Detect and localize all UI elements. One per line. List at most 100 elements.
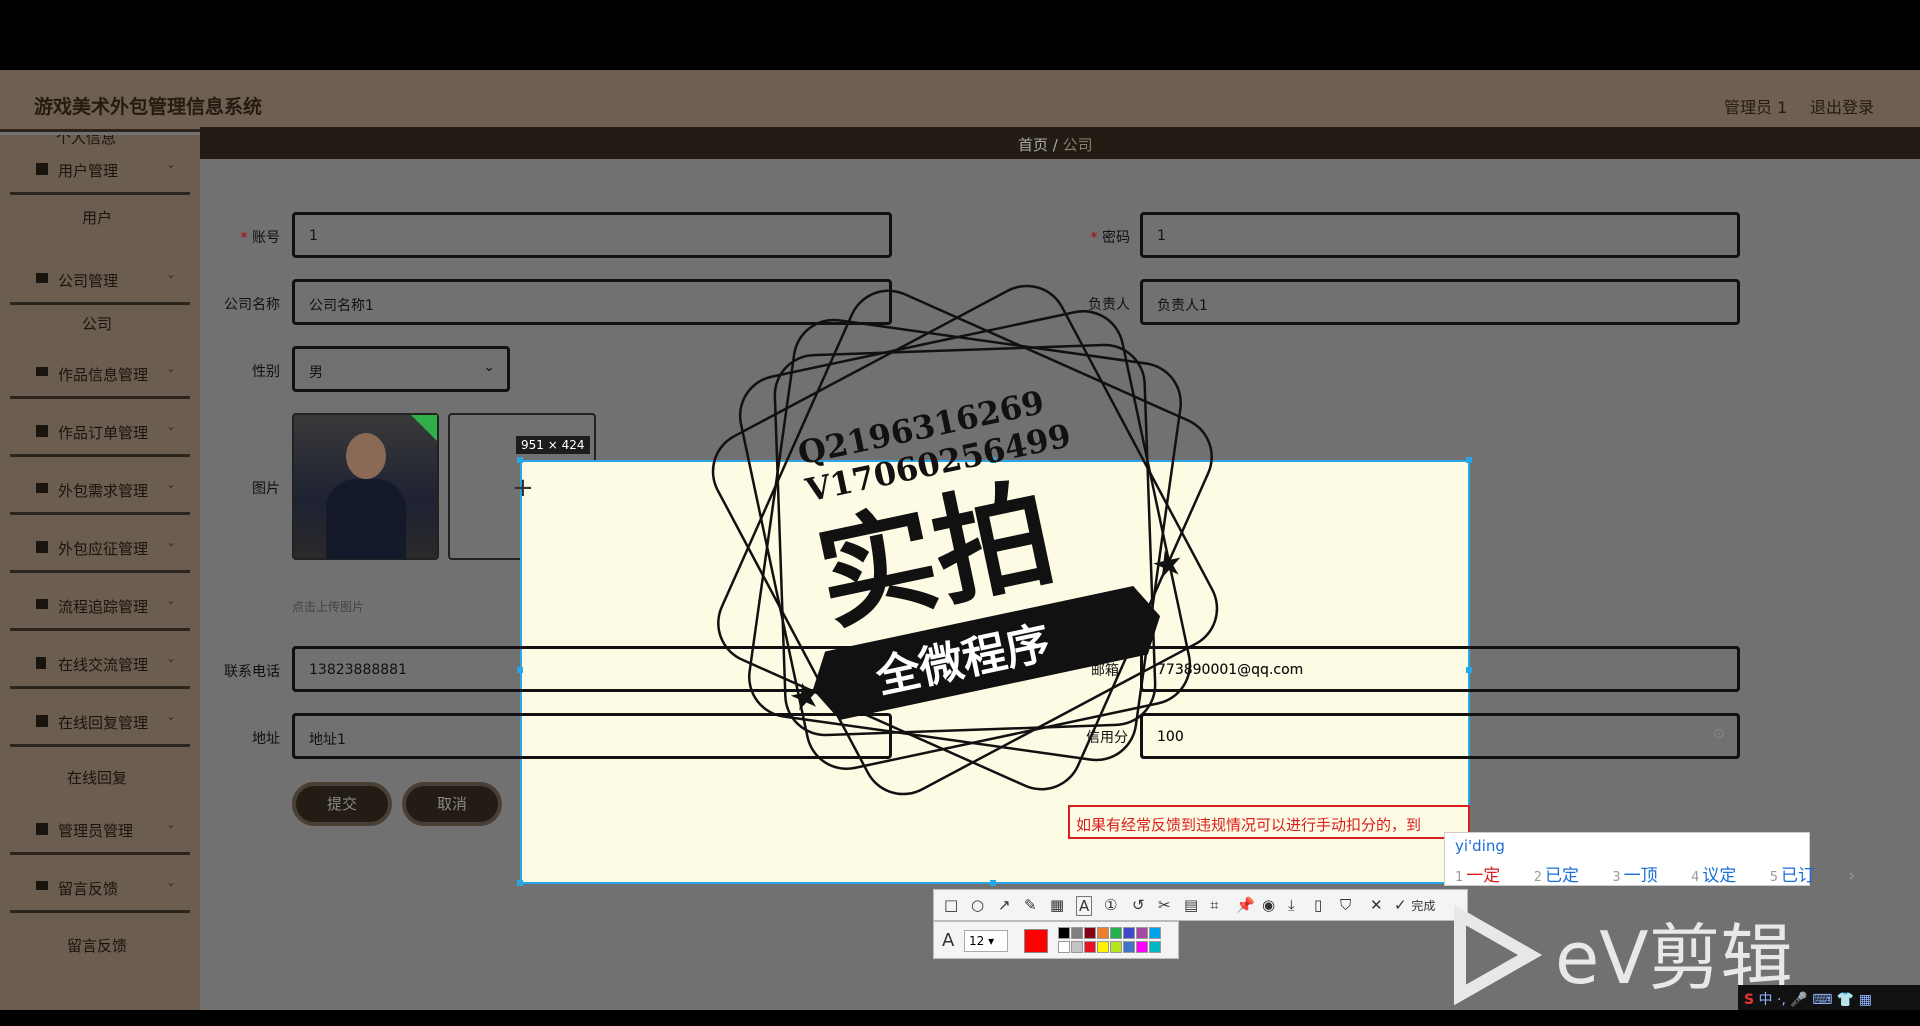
sidebar-item-feedback[interactable]: 留言反馈 ⌄ [10,863,190,913]
apps-icon[interactable]: ▦ [1859,992,1872,1008]
app-title: 游戏美术外包管理信息系统 [34,96,263,118]
breadcrumb-home[interactable]: 首页 [1018,136,1048,154]
pen-tool-icon[interactable]: ✎ [1024,896,1037,914]
color-swatch[interactable] [1110,941,1122,953]
app-header: 游戏美术外包管理信息系统 管理员 1 退出登录 [0,70,1920,132]
ime-next-page-icon[interactable]: › [1848,866,1855,886]
ime-candidate-text: 已定 [1544,866,1579,886]
resize-handle[interactable] [1466,457,1472,463]
cancel-button[interactable]: 取消 [402,782,502,826]
color-swatch[interactable] [1123,941,1135,953]
sidebar-subitem-feedback[interactable]: 留言反馈 [12,935,182,956]
rectangle-tool-icon[interactable]: □ [944,896,958,914]
ime-candidate-window: yi'ding 1 一定 2 已定 3 一顶 4 议定 5 已订 › [1444,832,1855,886]
color-swatch[interactable] [1084,927,1096,939]
bookmark-icon[interactable]: ⛉ [1340,896,1351,914]
sogou-icon[interactable]: S [1744,992,1754,1008]
monitor-icon [36,599,48,609]
color-swatch[interactable] [1084,941,1096,953]
done-button[interactable]: ✓ 完成 [1394,896,1435,914]
download-icon[interactable]: ⤓ [1288,896,1295,914]
ime-mode[interactable]: 中 [1759,992,1773,1008]
color-swatch[interactable] [1123,927,1135,939]
clear-icon[interactable]: ⊙ [1713,726,1725,742]
sidebar-item-user-management[interactable]: 用户管理 ⌄ [10,145,190,195]
color-swatch[interactable] [1071,927,1083,939]
ime-candidate[interactable]: 3 一顶 [1612,866,1671,886]
sidebar-item-label: 流程追踪管理 [58,598,149,616]
sidebar-item-online-chat[interactable]: 在线交流管理 ⌄ [10,639,190,689]
account-input[interactable]: 1 [292,212,892,258]
arrow-tool-icon[interactable]: ↗ [998,896,1011,914]
record-icon[interactable]: ◉ [1262,896,1275,914]
resize-handle[interactable] [517,880,523,886]
color-swatch[interactable] [1071,941,1083,953]
sidebar-item-admin-management[interactable]: 管理员管理 ⌄ [10,805,190,855]
ellipse-tool-icon[interactable]: ○ [971,896,984,914]
chevron-down-icon: ⌄ [165,593,176,607]
sidebar-item-outsourcing-applications[interactable]: 外包应征管理 ⌄ [10,523,190,573]
current-color-swatch[interactable] [1024,929,1048,953]
sidebar-subitem-user[interactable]: 用户 [12,207,182,228]
translate-icon[interactable]: ⌗ [1210,896,1218,914]
punctuation-icon[interactable]: ·, [1777,992,1786,1008]
sidebar-subitem-online-reply[interactable]: 在线回复 [12,767,182,788]
skin-icon[interactable]: 👕 [1837,992,1854,1008]
sidebar-item-label: 公司管理 [58,272,119,290]
keyboard-icon[interactable]: ⌨ [1812,992,1832,1008]
ime-candidate[interactable]: 4 议定 [1691,866,1750,886]
color-swatch[interactable] [1136,927,1148,939]
phone-label: 联系电话 [224,664,280,680]
email-field-overlay[interactable]: 773890001@qq.com [1140,646,1740,692]
color-swatch[interactable] [1149,941,1161,953]
color-swatch[interactable] [1097,927,1109,939]
sidebar-item-company-management[interactable]: 公司管理 ⌄ [10,255,190,305]
breadcrumb-current: 公司 [1062,136,1093,154]
done-label: 完成 [1411,899,1436,913]
cut-icon[interactable]: ✂ [1158,896,1171,914]
list-icon [36,881,48,890]
star-icon: ★ [1148,541,1188,588]
ime-candidate[interactable]: 1 一定 [1455,866,1514,886]
text-tool-icon[interactable]: A [1076,896,1093,916]
color-swatch[interactable] [1097,941,1109,953]
undo-icon[interactable]: ↺ [1132,896,1145,914]
sidebar-item-outsourcing-demand[interactable]: 外包需求管理 ⌄ [10,465,190,515]
chevron-down-icon: ⌄ [483,359,495,375]
sidebar-item-online-reply[interactable]: 在线回复管理 ⌄ [10,697,190,747]
uploaded-photo-thumbnail[interactable] [292,413,439,560]
monitor-icon [36,483,48,493]
resize-handle[interactable] [990,880,996,886]
sidebar-item-works-orders[interactable]: 作品订单管理 ⌄ [10,407,190,457]
font-size-select[interactable]: 12 ▾ [964,930,1008,952]
mosaic-tool-icon[interactable]: ▦ [1050,896,1064,914]
submit-button[interactable]: 提交 [292,782,392,826]
ime-candidate[interactable]: 5 已订 [1770,866,1829,886]
watermark-stamp: Q2196316269 V17060256499 实拍 全微程序 ★ ★ [711,284,1219,796]
sidebar-subitem-company[interactable]: 公司 [12,313,182,334]
ocr-icon[interactable]: ▤ [1184,896,1198,914]
microphone-icon[interactable]: 🎤 [1790,992,1807,1008]
password-input[interactable]: 1 [1140,212,1740,258]
color-swatch[interactable] [1110,927,1122,939]
close-icon[interactable]: ✕ [1370,896,1383,914]
manager-input[interactable]: 负责人1 [1140,279,1740,325]
color-swatch[interactable] [1058,927,1070,939]
password-label: * 密码 [1090,230,1130,246]
color-swatch[interactable] [1136,941,1148,953]
pin-icon[interactable]: 📌 [1236,896,1255,914]
sidebar-item-works-info[interactable]: 作品信息管理 ⌄ [10,349,190,399]
ime-candidate[interactable]: 2 已定 [1534,866,1593,886]
logout-link[interactable]: 退出登录 [1810,94,1874,118]
credit-field-overlay[interactable]: 100 ⊙ [1140,713,1740,759]
color-swatch[interactable] [1058,941,1070,953]
password-label-text: 密码 [1102,230,1130,246]
color-swatch[interactable] [1149,927,1161,939]
phone-icon[interactable]: ▯ [1314,896,1322,914]
number-tool-icon[interactable]: ① [1104,896,1117,914]
text-annotation-box[interactable]: 如果有经常反馈到违规情况可以进行手动扣分的，到 [1068,805,1470,839]
resize-handle[interactable] [517,457,523,463]
ime-candidate-list: 1 一定 2 已定 3 一顶 4 议定 5 已订 › [1455,861,1869,886]
sidebar-item-process-tracking[interactable]: 流程追踪管理 ⌄ [10,581,190,631]
gender-select[interactable]: 男 ⌄ [292,346,510,392]
